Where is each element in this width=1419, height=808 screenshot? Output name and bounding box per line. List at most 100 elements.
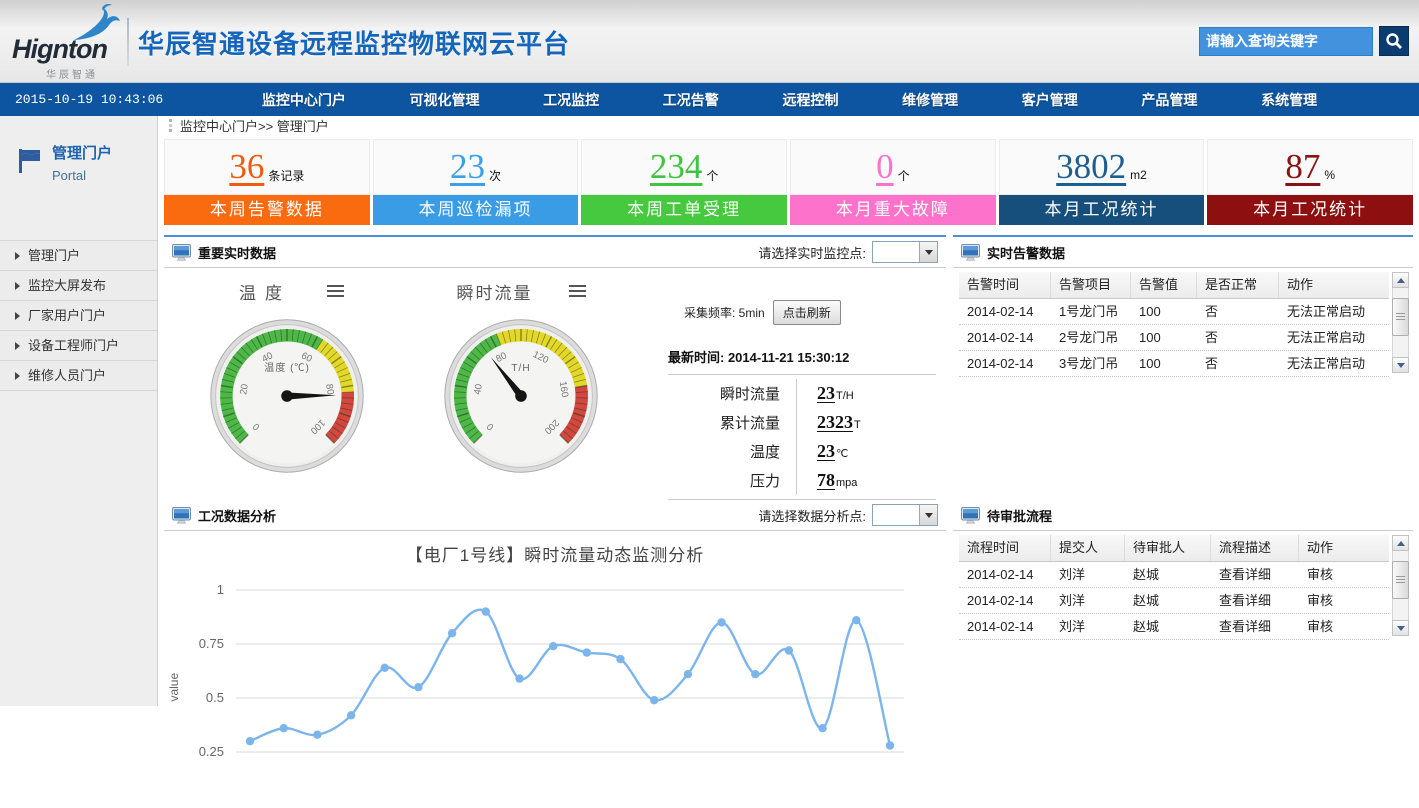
flow-gauge-block: 瞬时流量 04080120160200T/H bbox=[404, 272, 638, 500]
table-row: 2014-02-14刘洋赵城查看详细审核 bbox=[959, 588, 1389, 614]
realtime-point-select[interactable] bbox=[872, 241, 938, 263]
nav-item-5[interactable]: 远程控制 bbox=[782, 90, 838, 110]
stat-number: 87 bbox=[1285, 147, 1320, 187]
table-cell[interactable]: 审核 bbox=[1299, 562, 1389, 587]
stat-banner[interactable]: 本周巡检漏项 bbox=[373, 195, 579, 225]
nav-menu: 监控中心门户 可视化管理 工况监控 工况告警 远程控制 维修管理 客户管理 产品管理 系统管理 bbox=[200, 90, 1419, 110]
stat-card-1[interactable]: 36条记录本周告警数据 bbox=[164, 139, 370, 225]
svg-text:0.25: 0.25 bbox=[199, 744, 224, 759]
sidebar: 管理门户 Portal 管理门户监控大屏发布厂家用户门户设备工程师门户维修人员门… bbox=[0, 116, 158, 706]
column-header: 流程时间 bbox=[959, 535, 1051, 561]
table-cell: 无法正常启动 bbox=[1279, 299, 1389, 324]
approval-table-scrollbar[interactable] bbox=[1392, 535, 1409, 636]
nav-item-4[interactable]: 工况告警 bbox=[663, 90, 719, 110]
triangle-right-icon bbox=[15, 342, 20, 350]
nav-item-8[interactable]: 产品管理 bbox=[1141, 90, 1197, 110]
table-cell[interactable]: 查看详细 bbox=[1211, 562, 1299, 587]
breadcrumb-icon bbox=[168, 119, 173, 132]
company-logo[interactable]: Hignton 华辰智通 bbox=[10, 8, 130, 74]
column-header: 提交人 bbox=[1051, 535, 1125, 561]
refresh-button[interactable]: 点击刷新 bbox=[773, 300, 841, 325]
app-header: Hignton 华辰智通 华辰智通设备远程监控物联网云平台 bbox=[0, 0, 1419, 83]
arrow-down-icon bbox=[1397, 626, 1405, 631]
stat-unit: 个 bbox=[898, 167, 910, 184]
chart-menu-icon[interactable] bbox=[327, 285, 344, 288]
temperature-gauge: 020406080100温度 (℃) bbox=[205, 314, 369, 478]
scrollbar-thumb[interactable] bbox=[1392, 561, 1409, 599]
analysis-point-label: 请选择数据分析点: bbox=[758, 506, 866, 525]
arrow-up-icon bbox=[1397, 278, 1405, 283]
nav-item-6[interactable]: 维修管理 bbox=[902, 90, 958, 110]
table-cell: 2014-02-14 bbox=[959, 562, 1051, 587]
scroll-up-button[interactable] bbox=[1392, 535, 1409, 551]
svg-text:value: value bbox=[167, 673, 181, 702]
table-cell: 赵城 bbox=[1125, 614, 1211, 639]
alarm-table-scrollbar[interactable] bbox=[1392, 272, 1409, 373]
select-dropdown-button[interactable] bbox=[919, 505, 937, 525]
scroll-down-button[interactable] bbox=[1392, 357, 1409, 373]
stat-number: 36 bbox=[229, 147, 264, 187]
nav-item-1[interactable]: 监控中心门户 bbox=[262, 90, 346, 110]
stat-banner[interactable]: 本月工况统计 bbox=[1207, 195, 1413, 225]
nav-item-9[interactable]: 系统管理 bbox=[1261, 90, 1317, 110]
select-dropdown-button[interactable] bbox=[919, 242, 937, 262]
stat-card-5[interactable]: 3802m2本月工况统计 bbox=[999, 139, 1205, 225]
table-cell: 3号龙门吊 bbox=[1051, 351, 1131, 376]
stat-banner[interactable]: 本月工况统计 bbox=[999, 195, 1205, 225]
stat-card-2[interactable]: 23次本周巡检漏项 bbox=[373, 139, 579, 225]
sidebar-item-5[interactable]: 维修人员门户 bbox=[0, 361, 157, 391]
analysis-point-select[interactable] bbox=[872, 504, 938, 526]
stat-banner[interactable]: 本周告警数据 bbox=[164, 195, 370, 225]
scrollbar-track[interactable] bbox=[1392, 551, 1409, 620]
stat-card-3[interactable]: 234个本周工单受理 bbox=[581, 139, 787, 225]
reading-label: 累计流量 bbox=[668, 412, 796, 433]
sidebar-item-2[interactable]: 监控大屏发布 bbox=[0, 271, 157, 301]
stat-card-4[interactable]: 0个本月重大故障 bbox=[790, 139, 996, 225]
scroll-down-button[interactable] bbox=[1392, 620, 1409, 636]
alarm-panel: 实时告警数据 告警时间告警项目告警值是否正常动作2014-02-141号龙门吊1… bbox=[953, 237, 1413, 500]
search-input[interactable] bbox=[1199, 27, 1373, 56]
column-header: 待审批人 bbox=[1125, 535, 1211, 561]
scroll-up-button[interactable] bbox=[1392, 272, 1409, 288]
search-button[interactable] bbox=[1379, 26, 1409, 56]
portal-title: 管理门户 bbox=[52, 142, 157, 163]
analysis-panel: 工况数据分析 请选择数据分析点: 【电厂1号线】瞬时流量动态监测分析 10.75… bbox=[164, 500, 946, 808]
nav-item-7[interactable]: 客户管理 bbox=[1022, 90, 1078, 110]
stat-value-area: 87% bbox=[1207, 139, 1413, 195]
chart-title: 【电厂1号线】瞬时流量动态监测分析 bbox=[164, 541, 946, 566]
table-cell[interactable]: 审核 bbox=[1299, 588, 1389, 613]
svg-text:T/H: T/H bbox=[511, 363, 530, 374]
stat-value-area: 3802m2 bbox=[999, 139, 1205, 195]
scrollbar-track[interactable] bbox=[1392, 288, 1409, 357]
sidebar-item-4[interactable]: 设备工程师门户 bbox=[0, 331, 157, 361]
nav-item-2[interactable]: 可视化管理 bbox=[409, 90, 479, 110]
reading-value: 23 bbox=[817, 383, 835, 404]
sidebar-item-1[interactable]: 管理门户 bbox=[0, 241, 157, 271]
reading-row-1: 瞬时流量23T/H bbox=[668, 379, 936, 408]
nav-item-3[interactable]: 工况监控 bbox=[543, 90, 599, 110]
stat-number: 234 bbox=[650, 147, 703, 187]
stat-value-area: 234个 bbox=[581, 139, 787, 195]
realtime-data-panel: 重要实时数据 请选择实时监控点: bbox=[164, 237, 946, 500]
table-cell[interactable]: 审核 bbox=[1299, 614, 1389, 639]
arrow-down-icon bbox=[1397, 363, 1405, 368]
stat-banner[interactable]: 本周工单受理 bbox=[581, 195, 787, 225]
table-cell[interactable]: 查看详细 bbox=[1211, 614, 1299, 639]
table-cell[interactable]: 查看详细 bbox=[1211, 588, 1299, 613]
approval-table: 流程时间提交人待审批人流程描述动作2014-02-14刘洋赵城查看详细审核201… bbox=[959, 535, 1389, 640]
table-row: 2014-02-142号龙门吊100否无法正常启动 bbox=[959, 325, 1389, 351]
select-value bbox=[873, 505, 919, 525]
stat-card-6[interactable]: 87%本月工况统计 bbox=[1207, 139, 1413, 225]
sidebar-item-label: 设备工程师门户 bbox=[28, 331, 119, 360]
stat-banner[interactable]: 本月重大故障 bbox=[790, 195, 996, 225]
nav-timestamp: 2015-10-19 10:43:06 bbox=[15, 92, 200, 107]
panel-title: 重要实时数据 bbox=[198, 243, 276, 262]
sidebar-item-3[interactable]: 厂家用户门户 bbox=[0, 301, 157, 331]
reading-row-3: 温度23℃ bbox=[668, 437, 936, 466]
chart-menu-icon[interactable] bbox=[569, 285, 586, 288]
reading-row-2: 累计流量2323T bbox=[668, 408, 936, 437]
flag-icon bbox=[16, 148, 42, 174]
table-cell: 刘洋 bbox=[1051, 562, 1125, 587]
table-cell: 100 bbox=[1131, 325, 1197, 350]
scrollbar-thumb[interactable] bbox=[1392, 298, 1409, 336]
